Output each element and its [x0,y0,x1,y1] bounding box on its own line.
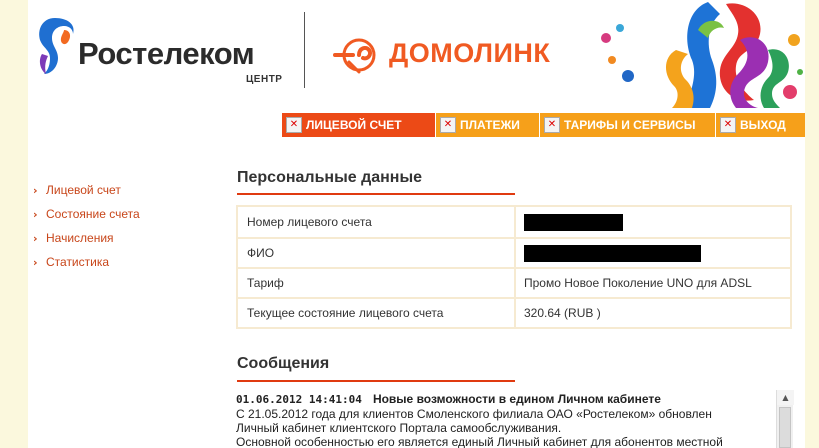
nav-tab-label: ТАРИФЫ И СЕРВИСЫ [564,118,696,132]
scrollbar-thumb[interactable] [779,407,791,448]
broken-image-icon: ✕ [440,117,456,133]
message-text-line: Личный кабинет клиентского Портала самоо… [236,421,562,435]
row-label: Текущее состояние лицевого счета [238,299,516,327]
rostelecom-logo-icon [39,18,74,74]
header-divider [304,12,305,88]
section-rule [237,193,515,195]
nav-tab-tariffs[interactable]: ✕ ТАРИФЫ И СЕРВИСЫ [540,113,715,137]
sidebar-item-account[interactable]: › Лицевой счет [33,178,140,202]
brand-name: Ростелеком [78,36,255,71]
page-frame-left [0,0,28,448]
sidebar-item-label: Лицевой счет [46,183,121,197]
section-title-personal: Персональные данные [237,169,423,186]
nav-tab-label: ВЫХОД [740,118,786,132]
messages-list[interactable]: 01.06.2012 14:41:04 Новые возможности в … [236,390,794,448]
table-row: ФИО [238,237,790,267]
message-title: Новые возможности в едином Личном кабине… [372,392,661,406]
redacted-block [524,213,623,231]
sidebar-item-balance[interactable]: › Состояние счета [33,202,140,226]
chevron-right-icon: › [33,183,38,197]
sidebar: › Лицевой счет › Состояние счета › Начис… [33,178,140,274]
sidebar-item-label: Начисления [46,231,114,245]
row-value: Промо Новое Поколение UNO для ADSL [524,276,752,290]
nav-tab-payments[interactable]: ✕ ПЛАТЕЖИ [436,113,539,137]
row-value: 320.64 (RUB ) [524,306,601,320]
decorative-logos-image [601,2,803,108]
personal-data-table: Номер лицевого счета ФИО Тариф Промо Нов… [236,205,792,329]
nav-tab-label: ЛИЦЕВОЙ СЧЕТ [306,118,402,132]
section-rule [237,380,515,382]
product-name: ДОМОЛИНК [389,38,551,68]
nav-tab-label: ПЛАТЕЖИ [460,118,520,132]
brand-subtitle: ЦЕНТР [246,74,283,85]
chevron-right-icon: › [33,255,38,269]
table-row: Номер лицевого счета [238,207,790,237]
messages-scrollbar[interactable]: ▲ [776,390,794,448]
top-nav: ✕ ЛИЦЕВОЙ СЧЕТ ✕ ПЛАТЕЖИ ✕ ТАРИФЫ И СЕРВ… [282,113,805,137]
table-row: Тариф Промо Новое Поколение UNO для ADSL [238,267,790,297]
broken-image-icon: ✕ [544,117,560,133]
row-label: ФИО [238,239,516,267]
row-label: Номер лицевого счета [238,207,516,237]
redacted-block [524,244,701,262]
nav-tab-logout[interactable]: ✕ ВЫХОД [716,113,805,137]
nav-tab-account[interactable]: ✕ ЛИЦЕВОЙ СЧЕТ [282,113,435,137]
scroll-up-icon[interactable]: ▲ [777,390,794,405]
table-row: Текущее состояние лицевого счета 320.64 … [238,297,790,327]
message-item: 01.06.2012 14:41:04 Новые возможности в … [236,390,794,448]
chevron-right-icon: › [33,231,38,245]
row-value [516,239,790,267]
sidebar-item-label: Статистика [46,255,110,269]
sidebar-item-charges[interactable]: › Начисления [33,226,140,250]
page-frame-right [805,0,819,448]
sidebar-item-statistics[interactable]: › Статистика [33,250,140,274]
message-datetime: 01.06.2012 14:41:04 [236,393,362,406]
page: Ростелеком ЦЕНТР ДОМОЛИНК ✕ ЛИЦЕВОЙ СЧЕТ… [28,0,805,448]
sidebar-item-label: Состояние счета [46,207,140,221]
row-label: Тариф [238,269,516,297]
message-text-line: С 21.05.2012 года для клиентов Смоленско… [236,407,712,421]
domolink-logo-icon [333,38,376,74]
section-title-messages: Сообщения [237,355,330,372]
broken-image-icon: ✕ [720,117,736,133]
chevron-right-icon: › [33,207,38,221]
message-text-line: Основной особенностью его является едины… [236,435,723,448]
broken-image-icon: ✕ [286,117,302,133]
row-value [516,207,790,237]
